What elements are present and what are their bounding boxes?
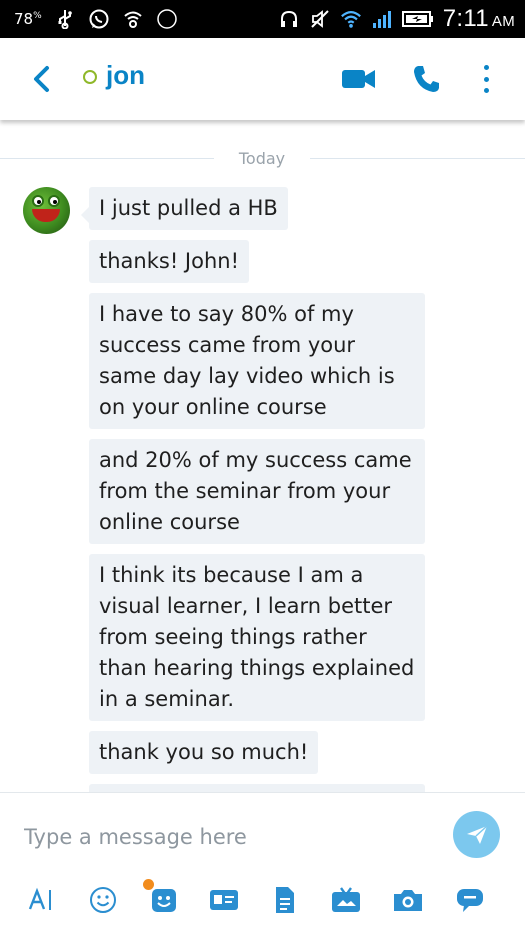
chat-bubble-icon	[457, 889, 483, 912]
emoticon-button[interactable]	[86, 883, 120, 917]
wifi-icon	[340, 8, 362, 30]
contact-name[interactable]: jon	[106, 60, 145, 91]
mojis-button[interactable]	[143, 879, 181, 917]
chat-bubble-button[interactable]	[453, 883, 487, 917]
compose-toolbar	[0, 879, 525, 923]
dot-icon	[483, 76, 489, 82]
message-list[interactable]: I just pulled a HB thanks! John! I have …	[0, 180, 525, 792]
message-bubble[interactable]: and 20% of my success came from the semi…	[89, 439, 425, 544]
dot-icon	[483, 88, 489, 93]
chevron-left-icon	[34, 66, 49, 92]
message-bubble[interactable]: thank you so much!	[89, 731, 319, 774]
mute-icon	[309, 8, 331, 30]
video-call-button[interactable]	[340, 64, 378, 94]
contact-card-button[interactable]	[207, 883, 241, 917]
message-bubble[interactable]: I think its because I am a visual learne…	[89, 554, 425, 721]
date-label: Today	[238, 149, 286, 168]
battery-percent: 78%	[14, 10, 42, 28]
notification-dot	[143, 879, 154, 890]
send-arrow-icon	[466, 824, 488, 844]
media-bar-button[interactable]	[329, 883, 363, 917]
headphones-icon	[278, 8, 300, 30]
usb-icon	[54, 8, 76, 30]
message-bubble[interactable]: thanks! John!	[89, 240, 249, 283]
notification-count-icon	[156, 8, 178, 30]
media-bar-icon	[332, 887, 360, 912]
text-format-button[interactable]	[24, 883, 58, 917]
text-format-icon	[28, 887, 51, 910]
message-bubble[interactable]: I just pulled a HB	[81, 187, 288, 230]
divider-line	[0, 158, 214, 159]
video-camera-icon	[342, 70, 375, 88]
chat-header: jon	[0, 38, 525, 120]
back-button[interactable]	[26, 62, 56, 96]
divider-line	[310, 158, 525, 159]
dot-icon	[483, 65, 489, 70]
signal-icon	[371, 8, 393, 30]
send-button[interactable]	[453, 811, 500, 858]
file-button[interactable]	[268, 883, 302, 917]
date-divider: Today	[0, 148, 525, 170]
emoticon-icon	[90, 887, 116, 913]
status-bar: 78% 7:11 AM	[0, 0, 525, 38]
camera-icon	[394, 890, 422, 911]
presence-status-icon	[83, 70, 97, 84]
camera-button[interactable]	[391, 883, 425, 917]
voice-call-button[interactable]	[410, 62, 442, 96]
message-input[interactable]	[24, 821, 424, 853]
message-bubble[interactable]: I have to say 80% of my success came fro…	[89, 293, 425, 429]
clock: 7:11 AM	[442, 5, 515, 32]
message-bubble-partial[interactable]	[89, 784, 425, 792]
file-icon	[276, 887, 294, 913]
contact-card-icon	[210, 890, 238, 910]
whatsapp-icon	[88, 8, 110, 30]
compose-area	[0, 792, 525, 933]
more-options-button[interactable]	[474, 62, 498, 96]
battery-icon	[401, 8, 434, 30]
mojis-icon	[152, 889, 176, 912]
phone-icon	[414, 66, 439, 92]
wifi-hotspot-icon	[122, 8, 144, 30]
